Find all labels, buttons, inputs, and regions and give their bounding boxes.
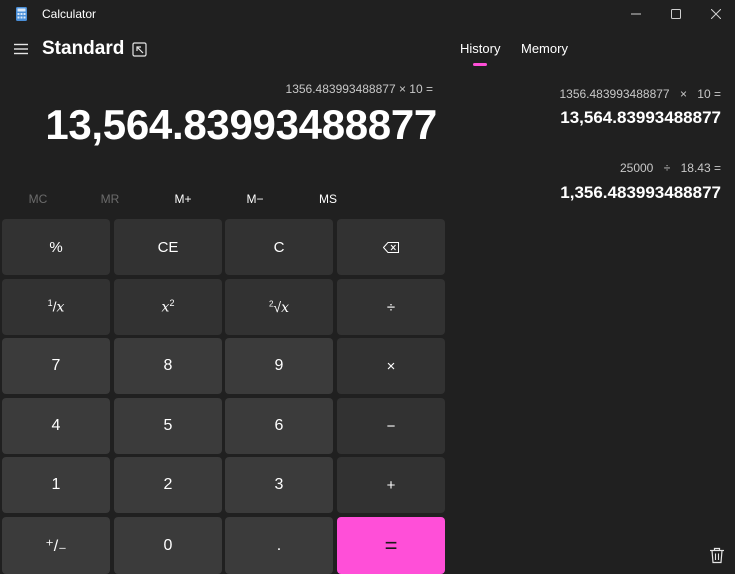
digit-5-button[interactable]: 5 xyxy=(114,398,222,454)
calculator-app-icon xyxy=(16,7,27,21)
window-title: Calculator xyxy=(42,7,97,21)
history-operand2: 18.43 = xyxy=(680,161,721,175)
square-root-button[interactable]: 2√x xyxy=(225,279,333,335)
digit-4-button[interactable]: 4 xyxy=(2,398,110,454)
clear-button[interactable]: C xyxy=(225,219,333,275)
digit-2-button[interactable]: 2 xyxy=(114,457,222,513)
history-operand1: 25000 xyxy=(619,161,654,175)
digit-6-button[interactable]: 6 xyxy=(225,398,333,454)
calculator-mode-title: Standard xyxy=(42,38,125,59)
active-tab-indicator xyxy=(473,63,487,66)
history-operator: ÷ xyxy=(663,161,671,175)
clear-entry-button[interactable]: CE xyxy=(114,219,222,275)
digit-9-button[interactable]: 9 xyxy=(225,338,333,394)
digit-7-button[interactable]: 7 xyxy=(2,338,110,394)
tab-memory[interactable]: Memory xyxy=(521,41,568,56)
digit-0-button[interactable]: 0 xyxy=(114,517,222,574)
history-operand2: 10 = xyxy=(697,87,721,101)
hamburger-menu-icon[interactable] xyxy=(12,41,30,57)
keep-on-top-icon[interactable] xyxy=(131,41,149,59)
history-expression: 1356.483993488877 × 10 = xyxy=(559,87,721,101)
equals-button[interactable]: = xyxy=(337,517,445,574)
history-expression: 25000 ÷ 18.43 = xyxy=(620,161,721,175)
title-bar: Calculator xyxy=(0,0,735,28)
tab-history[interactable]: History xyxy=(460,41,500,56)
digit-1-button[interactable]: 1 xyxy=(2,457,110,513)
reciprocal-label: 1/x xyxy=(47,298,65,316)
memory-store-button[interactable]: MS xyxy=(298,192,358,206)
maximize-icon xyxy=(671,9,681,19)
history-operand1: 1356.483993488877 xyxy=(559,87,670,101)
backspace-icon xyxy=(383,241,399,253)
minimize-icon xyxy=(631,13,641,15)
square-root-label: 2√x xyxy=(268,298,290,316)
memory-recall-button[interactable]: MR xyxy=(80,192,140,206)
digit-3-button[interactable]: 3 xyxy=(225,457,333,513)
add-button[interactable]: + xyxy=(337,457,445,513)
history-operator: × xyxy=(679,87,687,101)
backspace-button[interactable] xyxy=(337,219,445,275)
trash-icon[interactable] xyxy=(709,547,725,564)
close-icon xyxy=(711,9,721,19)
subtract-button[interactable]: − xyxy=(337,398,445,454)
negate-button[interactable]: ⁺/₋ xyxy=(2,517,110,574)
memory-subtract-button[interactable]: M− xyxy=(225,192,285,206)
multiply-button[interactable]: × xyxy=(337,338,445,394)
history-result: 1,356.483993488877 xyxy=(560,183,721,202)
memory-add-button[interactable]: M+ xyxy=(153,192,213,206)
decimal-button[interactable]: . xyxy=(225,517,333,574)
percent-button[interactable]: % xyxy=(2,219,110,275)
digit-8-button[interactable]: 8 xyxy=(114,338,222,394)
expression-display: 1356.483993488877 × 10 = xyxy=(285,82,433,96)
result-display: 13,564.83993488877 xyxy=(45,101,437,148)
maximize-button[interactable] xyxy=(656,0,696,28)
minimize-button[interactable] xyxy=(616,0,656,28)
close-button[interactable] xyxy=(696,0,735,28)
reciprocal-button[interactable]: 1/x xyxy=(2,279,110,335)
memory-clear-button[interactable]: MC xyxy=(8,192,68,206)
square-button[interactable]: x2 xyxy=(114,279,222,335)
divide-button[interactable]: ÷ xyxy=(337,279,445,335)
history-result: 13,564.83993488877 xyxy=(560,108,721,127)
square-label: x2 xyxy=(161,298,175,316)
